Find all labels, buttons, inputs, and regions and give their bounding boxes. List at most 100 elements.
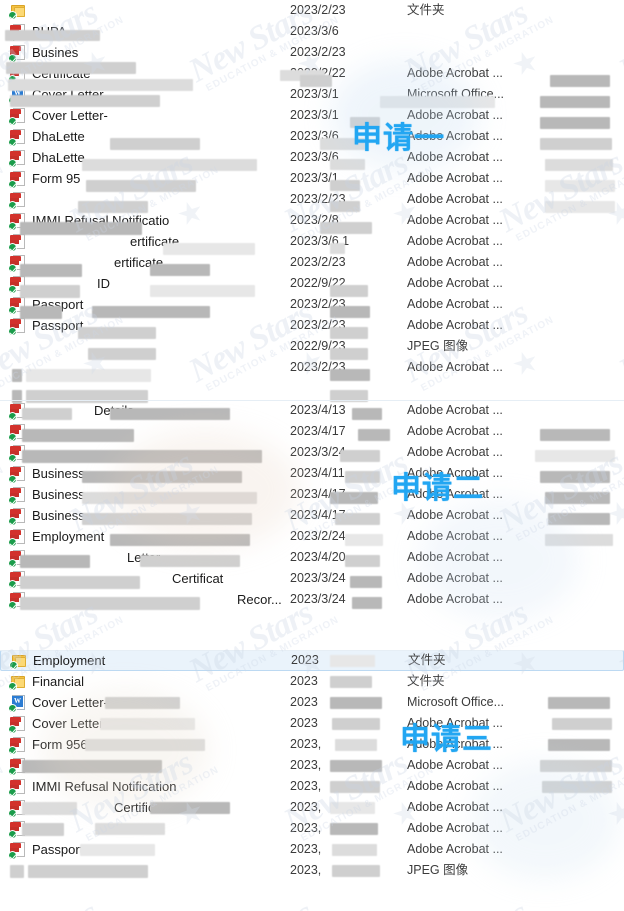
- sync-ok-badge-icon: [8, 724, 17, 734]
- table-row[interactable]: ID 2022/9/22 Adobe Acrobat ...: [0, 273, 624, 294]
- redaction-block: [140, 555, 240, 567]
- redaction-block: [78, 201, 148, 213]
- date-modified-label: 2023,: [290, 863, 322, 877]
- redaction-block: [358, 429, 390, 441]
- redaction-block: [540, 760, 612, 772]
- date-modified-label: 2023/2/23: [290, 45, 346, 59]
- file-list-application-two: Details2023/4/13Adobe Acrobat ... 2023/4/…: [0, 400, 624, 610]
- file-name-label: Employment: [33, 653, 106, 668]
- file-type-label: Adobe Acrobat ...: [407, 424, 503, 438]
- redaction-block: [150, 285, 255, 297]
- pdf-file-icon: [8, 528, 25, 547]
- file-name-cell: Busines: [32, 42, 290, 63]
- table-row[interactable]: Letter-2023/4/20Adobe Acrobat ...: [0, 547, 624, 568]
- redaction-block: [548, 697, 610, 709]
- redaction-block: [330, 697, 382, 709]
- file-type-cell: Adobe Acrobat ...: [407, 547, 624, 568]
- pdf-file-icon: [8, 778, 25, 797]
- table-row[interactable]: ertificate 2023/2/23 Adobe Acrobat ...: [0, 252, 624, 273]
- redaction-block: [20, 306, 62, 319]
- redaction-block: [540, 117, 610, 129]
- redaction-block: [540, 96, 610, 108]
- redaction-block: [20, 597, 200, 610]
- watermark-brand: New Stars: [613, 886, 624, 911]
- redaction-block: [5, 30, 100, 41]
- date-modified-label: 2023/3/24: [290, 445, 346, 459]
- file-type-cell: Adobe Acrobat ...: [407, 315, 624, 336]
- file-type-label: 文件夹: [407, 3, 445, 17]
- redaction-block: [20, 285, 80, 298]
- file-name-label: Passport: [32, 842, 84, 857]
- table-row[interactable]: Cover Letter 2023 Adobe Acrobat ...: [0, 713, 624, 734]
- file-type-label: JPEG 图像: [407, 339, 469, 353]
- redaction-block: [345, 534, 383, 546]
- sync-ok-badge-icon: [8, 158, 17, 168]
- redaction-block: [350, 576, 382, 588]
- file-type-cell: Adobe Acrobat ...: [407, 400, 624, 421]
- table-row[interactable]: W Cover Letter- 2023 Microsoft Office...: [0, 692, 624, 713]
- date-modified-label: 2023/3/24: [290, 571, 346, 585]
- file-type-label: Adobe Acrobat ...: [407, 192, 503, 206]
- redaction-block: [22, 760, 162, 773]
- table-row[interactable]: Employment 2023 文件夹: [0, 650, 624, 671]
- redaction-block: [100, 718, 195, 730]
- table-row[interactable]: Financial 2023 文件夹: [0, 671, 624, 692]
- table-row[interactable]: IMMI Refusal Notification 2023, Adobe Acro…: [0, 776, 624, 797]
- pdf-file-icon: [8, 715, 25, 734]
- application-group-label: 申请三: [400, 722, 493, 757]
- redaction-block: [22, 450, 262, 463]
- date-modified-cell: 2023/3/24: [290, 568, 407, 589]
- table-row[interactable]: 2023/2/23 文件夹: [0, 0, 624, 21]
- table-row[interactable]: Employment 2023/2/24 Adobe Acrobat ...: [0, 526, 624, 547]
- file-type-label: Adobe Acrobat ...: [407, 821, 503, 835]
- table-row[interactable]: Cover Letter- 2023/3/1 Adobe Acrobat ...: [0, 105, 624, 126]
- redaction-block: [330, 655, 375, 667]
- redaction-block: [380, 96, 495, 108]
- redaction-block: [105, 697, 180, 709]
- file-name-label: Certificat: [172, 571, 224, 586]
- file-type-cell: 文件夹: [407, 0, 624, 21]
- table-row[interactable]: Busines 2023/2/23: [0, 42, 624, 63]
- date-modified-cell: 2023/3/6 1: [290, 231, 407, 252]
- redaction-block: [540, 138, 612, 150]
- table-row[interactable]: Details2023/4/13Adobe Acrobat ...: [0, 400, 624, 421]
- file-name-label: Business: [32, 466, 85, 481]
- file-type-label: 文件夹: [408, 653, 446, 667]
- date-modified-label: 2023/3/1: [290, 87, 339, 101]
- sync-ok-badge-icon: [8, 808, 17, 818]
- redaction-block: [95, 823, 165, 835]
- file-name-label: Business.: [32, 508, 89, 523]
- date-modified-label: 2023/4/20: [290, 550, 346, 564]
- table-row[interactable]: ID2023,Adobe Acrobat ...: [0, 818, 624, 839]
- table-row[interactable]: DhaLette 2023/3/6 Adobe Acrobat ...: [0, 126, 624, 147]
- file-name-cell: Employment: [33, 650, 291, 671]
- word-document-icon: W: [8, 694, 25, 713]
- date-modified-cell: 2023/2/23: [290, 42, 407, 63]
- file-name-cell: [32, 336, 290, 357]
- file-name-cell: Passport: [32, 839, 290, 860]
- watermark-text: New StarsEDUCATION & MIGRATION: [183, 886, 341, 911]
- sync-ok-badge-icon: [8, 305, 17, 315]
- redaction-block: [330, 285, 368, 297]
- redaction-block: [548, 513, 610, 525]
- redaction-block: [110, 138, 200, 150]
- redaction-block: [545, 492, 610, 504]
- pdf-file-icon: [8, 107, 25, 126]
- file-type-cell: Adobe Acrobat ...: [407, 273, 624, 294]
- date-modified-cell: 2023/2/23: [290, 0, 407, 21]
- redaction-block: [80, 844, 155, 856]
- date-modified-label: 2023/4/11: [290, 466, 345, 480]
- redaction-block: [330, 369, 370, 381]
- no-icon: [10, 338, 32, 356]
- file-type-label: Adobe Acrobat ...: [407, 234, 503, 248]
- redaction-block: [20, 222, 142, 235]
- redaction-block: [82, 513, 252, 525]
- redaction-block: [330, 180, 360, 191]
- table-row[interactable]: Certificate 2023, Adobe Acrobat ...: [0, 797, 624, 818]
- redaction-block: [82, 471, 242, 483]
- file-name-label: Employment: [32, 529, 105, 544]
- pdf-file-icon: [8, 507, 25, 526]
- file-type-label: Adobe Acrobat ...: [407, 508, 503, 522]
- file-type-label: Adobe Acrobat ...: [407, 779, 503, 793]
- date-modified-label: 2023/3/1: [290, 108, 339, 122]
